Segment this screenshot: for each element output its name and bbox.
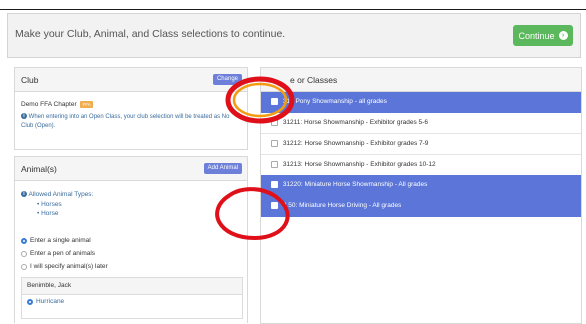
radio-icon: [21, 263, 27, 270]
add-animal-button[interactable]: Add Animal: [203, 163, 242, 174]
checkbox-icon: [271, 160, 278, 168]
radio-single-animal[interactable]: Enter a single animal: [21, 237, 91, 244]
info-icon: i: [21, 113, 27, 120]
animal-name: Hurricane: [36, 298, 65, 305]
arrow-right-icon: ›: [558, 31, 568, 40]
allowed-types-list: Horses Horse: [37, 200, 62, 218]
allowed-types-text: Allowed Animal Types:: [28, 191, 94, 198]
owner-name: Benimble, Jack: [22, 278, 242, 295]
class-row[interactable]: 31213: Horse Showmanship - Exhibitor gra…: [261, 155, 581, 176]
class-row[interactable]: 31211: Horse Showmanship - Exhibitor gra…: [261, 113, 581, 134]
change-club-button[interactable]: Change: [212, 74, 242, 85]
animal-option-hurricane[interactable]: Hurricane: [27, 298, 64, 305]
animal-title: Animal(s): [21, 164, 57, 174]
instruction-text: Make your Club, Animal, and Class select…: [15, 28, 286, 40]
club-card: Club Change Demo FFA Chapter FFA i When …: [14, 67, 248, 150]
class-label: 31220: Miniature Horse Showmanship - All…: [282, 181, 428, 188]
class-row[interactable]: 31220: Miniature Horse Showmanship - All…: [261, 175, 581, 196]
left-column: Club Change Demo FFA Chapter FFA i When …: [14, 67, 248, 323]
class-row[interactable]: 312 Pony Showmanship - all grades: [261, 92, 581, 113]
club-info: i When entering into an Open Class, your…: [21, 113, 241, 131]
checkbox-checked-icon: [271, 97, 278, 105]
continue-label: Continue: [518, 30, 555, 41]
info-icon: i: [21, 191, 27, 198]
radio-label: I will specify animal(s) later: [30, 263, 108, 270]
classes-title: e or Classes: [290, 75, 338, 85]
club-title: Club: [21, 75, 39, 85]
radio-pen-of-animals[interactable]: Enter a pen of animals: [21, 250, 95, 257]
class-label: 31212: Horse Showmanship - Exhibitor gra…: [282, 140, 429, 147]
radio-label: Enter a single animal: [30, 237, 91, 244]
continue-button[interactable]: Continue ›: [513, 25, 573, 46]
animal-card: Animal(s) Add Animal i Allowed Animal Ty…: [14, 156, 248, 323]
class-label: 31213: Horse Showmanship - Exhibitor gra…: [282, 161, 436, 168]
class-row[interactable]: 31212: Horse Showmanship - Exhibitor gra…: [261, 134, 581, 155]
ffa-badge: FFA: [80, 101, 93, 108]
animal-card-header: Animal(s) Add Animal: [15, 157, 247, 181]
animal-selection-box: Benimble, Jack Hurricane: [21, 277, 243, 319]
top-bar: [0, 0, 586, 10]
checkbox-checked-icon: [271, 180, 278, 188]
radio-specify-later[interactable]: I will specify animal(s) later: [21, 263, 108, 270]
checkbox-icon: [271, 118, 278, 126]
radio-selected-icon: [27, 298, 33, 305]
app-window: Make your Club, Animal, and Class select…: [0, 0, 586, 324]
class-label: 31211: Horse Showmanship - Exhibitor gra…: [282, 119, 428, 126]
allowed-types-title: i Allowed Animal Types:: [21, 191, 93, 198]
club-name-text: Demo FFA Chapter: [21, 101, 77, 109]
class-label: 3 50: Miniature Horse Driving - All grad…: [282, 202, 402, 209]
instruction-panel: Make your Club, Animal, and Class select…: [7, 13, 581, 58]
club-card-header: Club Change: [15, 68, 247, 92]
club-name: Demo FFA Chapter FFA: [21, 101, 93, 108]
radio-label: Enter a pen of animals: [30, 250, 96, 257]
list-item: Horse: [37, 209, 62, 218]
class-label: 312 Pony Showmanship - all grades: [282, 98, 387, 105]
class-row[interactable]: 3 50: Miniature Horse Driving - All grad…: [261, 196, 581, 217]
list-item: Horses: [37, 200, 62, 209]
checkbox-checked-icon: [271, 201, 278, 209]
classes-header: e or Classes: [261, 68, 581, 92]
club-info-text: When entering into an Open Class, your c…: [21, 114, 230, 129]
classes-panel: e or Classes 312 Pony Showmanship - all …: [260, 67, 582, 324]
radio-selected-icon: [21, 237, 27, 244]
radio-icon: [21, 250, 27, 257]
checkbox-icon: [271, 139, 278, 147]
